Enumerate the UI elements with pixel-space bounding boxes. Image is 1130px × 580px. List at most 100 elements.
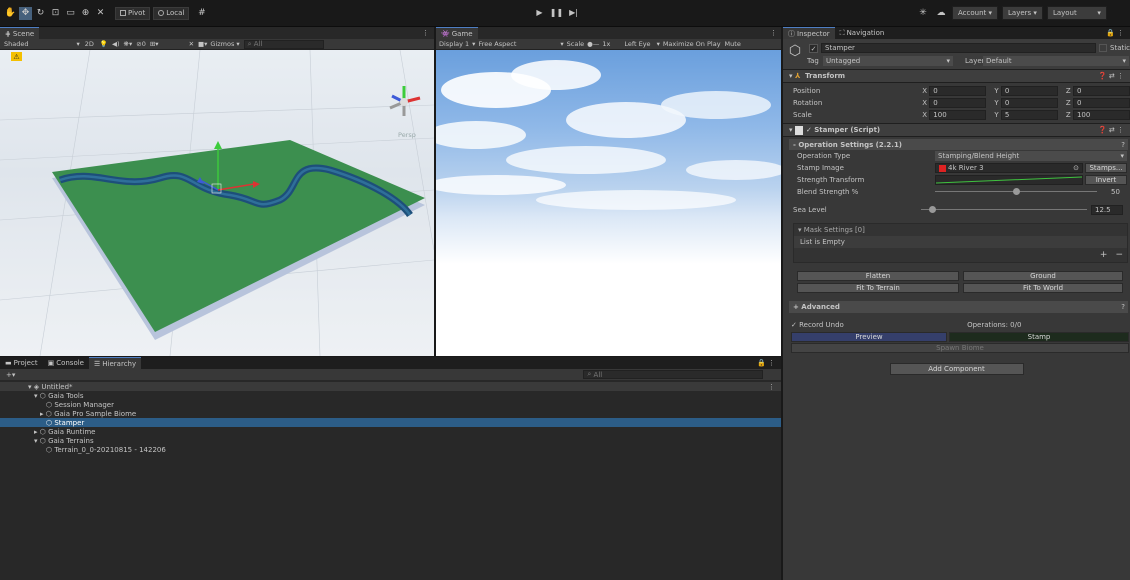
scale-y-input[interactable]: 5 [1000, 110, 1058, 120]
2d-toggle[interactable]: 2D [85, 40, 94, 48]
hierarchy-item[interactable]: ▸ ⬡ Gaia Runtime [0, 427, 781, 436]
operation-settings-header[interactable]: - Operation Settings (2.2.1) ? [789, 139, 1128, 150]
hierarchy-item[interactable]: ▾ ⬡ Gaia Terrains [0, 436, 781, 445]
collab-icon[interactable]: ✳ [916, 6, 930, 20]
stamps-button[interactable]: Stamps... [1085, 163, 1127, 173]
help-icon[interactable]: ? [1121, 141, 1125, 149]
record-undo-checkbox[interactable]: ✓ [791, 321, 799, 329]
scale-slider[interactable]: ●— [587, 40, 599, 48]
rect-tool-icon[interactable]: ▭ [64, 7, 77, 20]
help-icon[interactable]: ? [1121, 303, 1125, 311]
scene-search-input[interactable]: ⌕ All [243, 39, 324, 49]
remove-icon[interactable]: − [1115, 250, 1123, 260]
move-tool-icon[interactable]: ✥ [19, 6, 32, 20]
aspect-dropdown[interactable]: Free Aspect [478, 40, 516, 48]
operation-type-dropdown[interactable]: Stamping/Blend Height ▾ [935, 151, 1127, 161]
layer-dropdown[interactable]: Default ▾ [983, 56, 1129, 66]
transform-tool-icon[interactable]: ⊕ [79, 7, 92, 20]
gizmo-y-arrow-icon[interactable] [214, 141, 222, 149]
tab-project[interactable]: ▬ Project [0, 357, 43, 369]
fit-to-world-button[interactable]: Fit To World [963, 283, 1123, 293]
rotation-z-input[interactable]: 0 [1072, 98, 1130, 108]
tag-dropdown[interactable]: Untagged ▾ [823, 56, 953, 66]
game-viewport[interactable] [436, 50, 781, 356]
preview-button[interactable]: Preview [791, 332, 947, 342]
tab-scene[interactable]: ⋕ Scene [0, 27, 40, 39]
scale-tool-icon[interactable]: ⊡ [49, 7, 62, 20]
maximize-toggle[interactable]: Maximize On Play [663, 40, 721, 48]
account-dropdown[interactable]: Account ▾ [952, 6, 999, 20]
stamper-header[interactable]: ▾ ✓ Stamper (Script) ❓ ⇄ ⋮ [783, 123, 1130, 137]
pause-icon[interactable]: ❚❚ [550, 6, 563, 19]
rotation-y-input[interactable]: 0 [1000, 98, 1058, 108]
position-x-input[interactable]: 0 [929, 86, 987, 96]
local-toggle[interactable]: Local [153, 6, 190, 20]
active-checkbox[interactable]: ✓ [809, 44, 818, 53]
custom-tool-icon[interactable]: ✕ [94, 7, 107, 20]
persp-label[interactable]: Persp [398, 131, 416, 139]
advanced-header[interactable]: + Advanced ? [789, 301, 1128, 313]
game-menu-icon[interactable]: ⋮ [770, 29, 777, 37]
hierarchy-search-input[interactable]: ⌕ All [583, 370, 764, 379]
scale-x-input[interactable]: 100 [929, 110, 987, 120]
tab-console[interactable]: ▣ Console [43, 357, 89, 369]
inspector-lock-icon[interactable]: 🔒 ⋮ [1106, 29, 1124, 37]
shading-mode-dropdown[interactable]: Shaded [4, 40, 28, 48]
rotate-tool-icon[interactable]: ↻ [34, 7, 47, 20]
stamp-button[interactable]: Stamp [949, 332, 1129, 342]
tab-hierarchy[interactable]: ☰ Hierarchy [89, 357, 142, 369]
display-dropdown[interactable]: Display 1 [439, 40, 469, 48]
add-icon[interactable]: + [1100, 250, 1108, 260]
play-icon[interactable]: ▶ [533, 6, 546, 19]
grid-icon[interactable]: ⊞▾ [150, 40, 159, 48]
component-menu-icon[interactable]: ❓ ⇄ ⋮ [1098, 72, 1124, 80]
tab-inspector[interactable]: ⓘ Inspector [783, 27, 835, 39]
position-z-input[interactable]: 0 [1072, 86, 1130, 96]
object-name-field[interactable]: Stamper [821, 43, 1096, 53]
mask-settings-header[interactable]: ▾ Mask Settings [0] [794, 224, 1127, 236]
stamp-image-field[interactable]: 4k River 3 ⊙ [935, 163, 1083, 173]
tab-game[interactable]: 👾 Game [436, 27, 478, 39]
hand-tool-icon[interactable]: ✋ [4, 7, 17, 20]
sea-level-slider[interactable] [921, 205, 1087, 215]
component-menu-icon[interactable]: ❓ ⇄ ⋮ [1098, 126, 1124, 134]
slider-thumb[interactable] [1013, 188, 1020, 195]
lighting-icon[interactable]: 💡 [100, 40, 108, 48]
sea-level-input[interactable]: 12.5 [1091, 205, 1123, 215]
eye-dropdown[interactable]: Left Eye [624, 40, 650, 48]
scale-z-input[interactable]: 100 [1072, 110, 1130, 120]
pivot-toggle[interactable]: Pivot [115, 6, 151, 20]
tab-navigation[interactable]: ⛶ Navigation [835, 27, 890, 39]
hidden-objects-icon[interactable]: ⊘0 [136, 40, 146, 48]
hierarchy-scene-row[interactable]: ▾ ◈ Untitled* ⋮ [0, 382, 781, 391]
camera-icon[interactable]: ■▾ [198, 40, 207, 48]
orientation-gizmo-icon[interactable] [389, 86, 421, 116]
tools-icon[interactable]: ✕ [189, 40, 194, 48]
static-checkbox[interactable] [1099, 44, 1107, 52]
add-component-button[interactable]: Add Component [889, 363, 1024, 375]
transform-header[interactable]: ▾ ⅄ Transform ❓ ⇄ ⋮ [783, 69, 1130, 83]
scene-viewport[interactable]: Persp ⚠ [0, 50, 434, 356]
scene-menu-icon[interactable]: ⋮ [768, 383, 775, 391]
invert-button[interactable]: Invert [1085, 175, 1127, 185]
cloud-icon[interactable]: ☁ [934, 6, 948, 20]
rotation-x-input[interactable]: 0 [929, 98, 987, 108]
warning-icon[interactable]: ⚠ [11, 52, 22, 61]
hierarchy-item[interactable]: ▾ ⬡ Gaia Tools [0, 391, 781, 400]
ground-button[interactable]: Ground [963, 271, 1123, 281]
hierarchy-item[interactable]: ▸ ⬡ Gaia Pro Sample Biome [0, 409, 781, 418]
position-y-input[interactable]: 0 [1000, 86, 1058, 96]
audio-icon[interactable]: ◀) [112, 40, 120, 48]
layout-dropdown[interactable]: Layout ▾ [1046, 6, 1107, 20]
flatten-button[interactable]: Flatten [797, 271, 959, 281]
blend-strength-value[interactable]: 50 [1111, 188, 1120, 196]
mute-toggle[interactable]: Mute [725, 40, 741, 48]
slider-thumb[interactable] [929, 206, 936, 213]
step-icon[interactable]: ▶| [567, 6, 580, 19]
hierarchy-item[interactable]: ⬡ Terrain_0_0-20210815 - 142206 [0, 445, 781, 454]
lock-icon[interactable]: 🔒 ⋮ [757, 359, 775, 367]
effects-icon[interactable]: ❋▾ [124, 40, 133, 48]
fit-to-terrain-button[interactable]: Fit To Terrain [797, 283, 959, 293]
gizmos-dropdown[interactable]: Gizmos [210, 40, 234, 48]
blend-strength-slider[interactable] [935, 187, 1097, 197]
